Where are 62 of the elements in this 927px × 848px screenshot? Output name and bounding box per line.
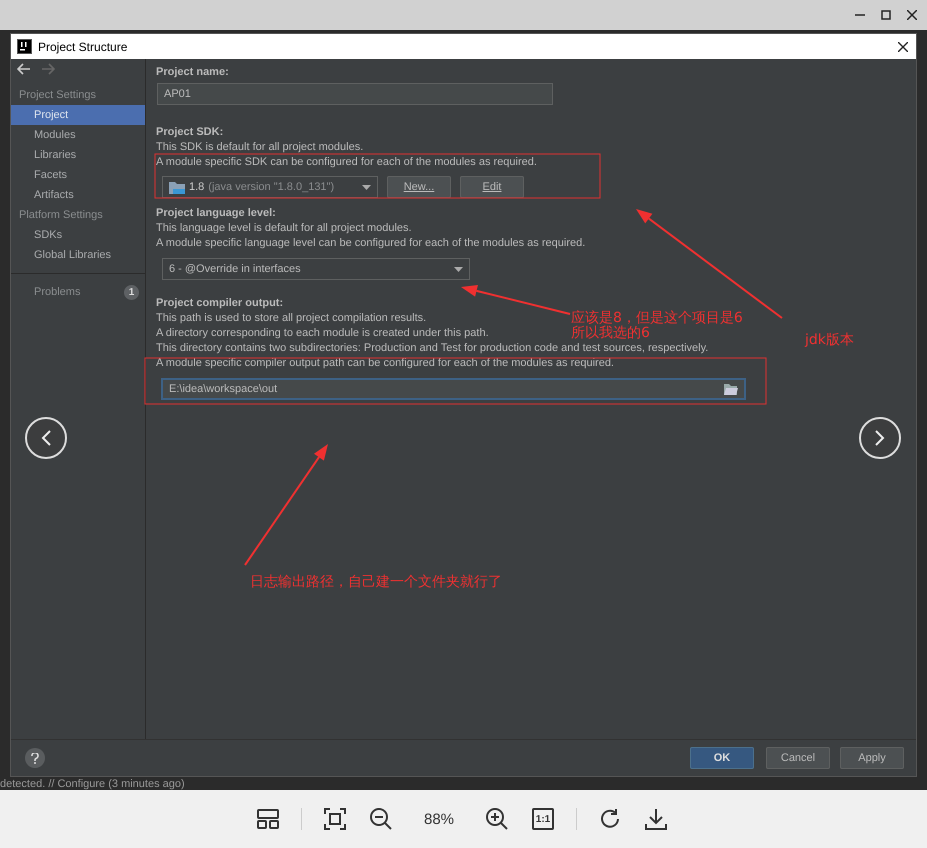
close-icon[interactable] bbox=[907, 10, 917, 20]
sidebar-item[interactable]: Modules bbox=[11, 125, 145, 145]
folder-icon bbox=[169, 180, 185, 194]
previous-button[interactable] bbox=[25, 417, 67, 459]
description-text: A module specific language level can be configured for each of the modules as required. bbox=[156, 236, 586, 251]
description-text: A module specific compiler output path can be configured for each of the modules as required. bbox=[156, 356, 614, 371]
description-text: This language level is default for all project modules. bbox=[156, 221, 412, 236]
back-arrow-icon[interactable] bbox=[17, 63, 31, 75]
output-path-field[interactable]: E:\idea\workspace\out bbox=[161, 378, 746, 400]
sidebar-item[interactable]: SDKs bbox=[11, 225, 145, 245]
field-label: Project name: bbox=[156, 65, 230, 80]
annotation-text: 所以我选的6 bbox=[571, 326, 650, 341]
window-title: Project Structure bbox=[38, 40, 128, 54]
zoom-level: 88% bbox=[424, 810, 454, 828]
annotation-text: 应该是8，但是这个项目是6 bbox=[571, 311, 743, 326]
chevron-right-icon bbox=[875, 430, 885, 446]
maximize-icon[interactable] bbox=[881, 10, 891, 20]
dropdown-caret-icon bbox=[362, 184, 371, 190]
count-badge: 1 bbox=[124, 284, 139, 300]
sidebar-item[interactable]: Project bbox=[11, 105, 145, 125]
dropdown-value: 6 - @Override in interfaces bbox=[169, 262, 301, 276]
sdk-detail: (java version "1.8.0_131") bbox=[208, 180, 334, 194]
actual-size-button[interactable]: 1:1 bbox=[532, 808, 554, 830]
next-button[interactable] bbox=[859, 417, 901, 459]
status-text: detected. // Configure (3 minutes ago) bbox=[0, 778, 186, 790]
sidebar-item[interactable]: Global Libraries bbox=[11, 245, 145, 265]
annotation-text: jdk版本 bbox=[805, 333, 854, 348]
close-icon[interactable] bbox=[898, 42, 908, 52]
sidebar-item[interactable]: Artifacts bbox=[11, 185, 145, 205]
dialog-button[interactable]: OK bbox=[690, 747, 754, 769]
zoom-in-icon[interactable] bbox=[484, 806, 510, 832]
sidebar-item[interactable]: Facets bbox=[11, 165, 145, 185]
field-label: Project language level: bbox=[156, 206, 277, 221]
fit-screen-icon[interactable] bbox=[322, 806, 348, 832]
download-icon[interactable] bbox=[643, 806, 670, 832]
sdk-version: 1.8 bbox=[189, 180, 204, 194]
description-text: This path is used to store all project compilation results. bbox=[156, 311, 426, 326]
description-text: A directory corresponding to each module is created under this path. bbox=[156, 326, 489, 341]
chevron-left-icon bbox=[41, 430, 51, 446]
description-text: A module specific SDK can be configured for each of the modules as required. bbox=[156, 155, 537, 170]
sidebar-item[interactable]: Libraries bbox=[11, 145, 145, 165]
help-icon[interactable] bbox=[25, 748, 45, 768]
description-text: This SDK is default for all project modules. bbox=[156, 140, 364, 155]
app-logo-icon bbox=[17, 39, 32, 54]
sdk-button[interactable]: New... bbox=[387, 176, 451, 198]
zoom-out-icon[interactable] bbox=[368, 806, 394, 832]
project-name-field[interactable]: AP01 bbox=[157, 83, 553, 105]
description-text: This directory contains two subdirectories: Production and Test for production code and test sources, respectively. bbox=[156, 341, 708, 356]
dialog-button[interactable]: Cancel bbox=[766, 747, 830, 769]
section-heading: Platform Settings bbox=[18, 208, 104, 223]
dropdown-caret-icon bbox=[454, 266, 463, 272]
field-label: Project compiler output: bbox=[156, 296, 284, 311]
sidebar-item[interactable]: Problems bbox=[34, 286, 80, 298]
dialog-button[interactable]: Apply bbox=[840, 747, 904, 769]
sdk-dropdown[interactable]: 1.8 (java version "1.8.0_131") bbox=[162, 176, 378, 198]
annotation-text: 日志输出路径，自己建一个文件夹就行了 bbox=[250, 575, 502, 590]
sdk-button[interactable]: Edit bbox=[460, 176, 524, 198]
field-label: Project SDK: bbox=[156, 125, 224, 140]
folder-icon[interactable] bbox=[724, 384, 738, 394]
section-heading: Project Settings bbox=[18, 88, 98, 103]
layout-icon[interactable] bbox=[254, 806, 281, 832]
language-level-dropdown[interactable]: 6 - @Override in interfaces bbox=[162, 258, 470, 280]
